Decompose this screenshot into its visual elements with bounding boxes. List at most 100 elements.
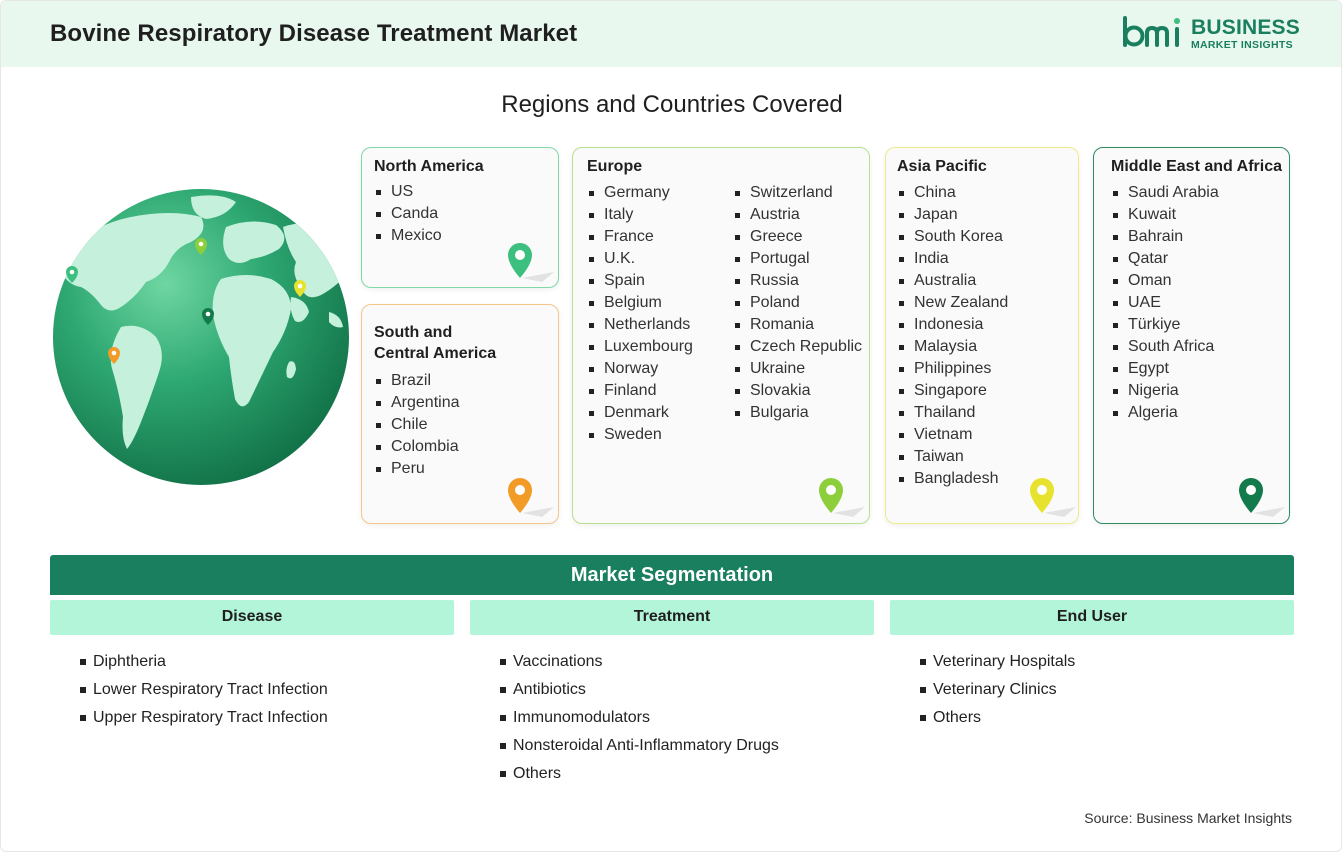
- country-item: South Africa: [1111, 336, 1219, 358]
- segment-header-label: Treatment: [633, 608, 711, 625]
- segment-item: Antibiotics: [499, 679, 779, 707]
- country-list-col-2: Switzerland Austria Greece Portugal Russ…: [733, 182, 862, 424]
- country-item: Egypt: [1111, 358, 1219, 380]
- segment-list-end-user: Veterinary Hospitals Veterinary Clinics …: [919, 651, 1075, 735]
- region-card-asia-pacific: Asia Pacific China Japan South Korea Ind…: [885, 147, 1079, 524]
- country-item: Czech Republic: [733, 336, 862, 358]
- country-item: Qatar: [1111, 248, 1219, 270]
- country-item: Canda: [374, 203, 442, 225]
- country-item: Norway: [587, 358, 693, 380]
- country-item: Romania: [733, 314, 862, 336]
- country-item: Japan: [897, 204, 1008, 226]
- segment-list-treatment: Vaccinations Antibiotics Immunomodulator…: [499, 651, 779, 791]
- country-item: Kuwait: [1111, 204, 1219, 226]
- bmi-logo-mark-icon: [1123, 16, 1180, 47]
- country-item: Indonesia: [897, 314, 1008, 336]
- region-title-line-2: Central America: [374, 345, 497, 362]
- country-item: Switzerland: [733, 182, 862, 204]
- segment-header-label: Disease: [221, 608, 283, 625]
- bmi-logo: BUSINESS MARKET INSIGHTS: [1121, 15, 1301, 55]
- segment-item: Nonsteroidal Anti-Inflammatory Drugs: [499, 735, 779, 763]
- page-title: Bovine Respiratory Disease Treatment Mar…: [50, 20, 578, 47]
- segment-list-disease: Diphtheria Lower Respiratory Tract Infec…: [79, 651, 328, 735]
- region-title-line-1: South and: [374, 324, 453, 341]
- header-bar: Bovine Respiratory Disease Treatment Mar…: [1, 1, 1341, 67]
- country-item: Saudi Arabia: [1111, 182, 1219, 204]
- country-item: US: [374, 181, 442, 203]
- source-note: Source: Business Market Insights: [1084, 810, 1292, 826]
- country-item: Portugal: [733, 248, 862, 270]
- segment-item: Upper Respiratory Tract Infection: [79, 707, 328, 735]
- country-item: Russia: [733, 270, 862, 292]
- country-item: Netherlands: [587, 314, 693, 336]
- segment-item: Diphtheria: [79, 651, 328, 679]
- segment-header-disease: Disease: [50, 600, 454, 635]
- country-item: Vietnam: [897, 424, 1008, 446]
- country-item: Belgium: [587, 292, 693, 314]
- location-pin-icon: [1030, 478, 1076, 517]
- country-item: Bahrain: [1111, 226, 1219, 248]
- region-title: Europe: [587, 158, 643, 175]
- country-item: Germany: [587, 182, 693, 204]
- segment-item: Immunomodulators: [499, 707, 779, 735]
- country-list: Brazil Argentina Chile Colombia Peru: [374, 370, 460, 480]
- segment-header-end-user: End User: [890, 600, 1294, 635]
- region-card-middle-east-africa: Middle East and Africa Saudi Arabia Kuwa…: [1093, 147, 1290, 524]
- country-item: India: [897, 248, 1008, 270]
- region-card-europe: Europe Germany Italy France U.K. Spain B…: [572, 147, 870, 524]
- country-item: Bangladesh: [897, 468, 1008, 490]
- region-title: Asia Pacific: [897, 158, 987, 175]
- country-item: Poland: [733, 292, 862, 314]
- country-item: Thailand: [897, 402, 1008, 424]
- segment-item: Others: [499, 763, 779, 791]
- region-title: South and Central America: [374, 322, 496, 364]
- country-item: Sweden: [587, 424, 693, 446]
- logo-line-1: BUSINESS: [1191, 16, 1300, 39]
- country-item: Italy: [587, 204, 693, 226]
- segment-item: Vaccinations: [499, 651, 779, 679]
- country-item: New Zealand: [897, 292, 1008, 314]
- country-item: Singapore: [897, 380, 1008, 402]
- country-item: Türkiye: [1111, 314, 1219, 336]
- country-item: France: [587, 226, 693, 248]
- logo-line-2: MARKET INSIGHTS: [1191, 39, 1293, 51]
- country-item: Australia: [897, 270, 1008, 292]
- country-item: Luxembourg: [587, 336, 693, 358]
- country-item: Austria: [733, 204, 862, 226]
- country-item: Malaysia: [897, 336, 1008, 358]
- infographic-frame: Bovine Respiratory Disease Treatment Mar…: [0, 0, 1342, 852]
- country-list: US Canda Mexico: [374, 181, 442, 247]
- segment-item: Others: [919, 707, 1075, 735]
- region-title: Middle East and Africa: [1111, 158, 1282, 175]
- segmentation-banner: Market Segmentation: [50, 555, 1294, 595]
- country-item: Peru: [374, 458, 460, 480]
- region-card-south-central-america: South and Central America Brazil Argenti…: [361, 304, 559, 524]
- globe-illustration: [53, 189, 349, 485]
- country-item: Slovakia: [733, 380, 862, 402]
- country-item: Ukraine: [733, 358, 862, 380]
- segment-header-treatment: Treatment: [470, 600, 874, 635]
- country-list: Saudi Arabia Kuwait Bahrain Qatar Oman U…: [1111, 182, 1219, 424]
- country-list: China Japan South Korea India Australia …: [897, 182, 1008, 490]
- country-item: Philippines: [897, 358, 1008, 380]
- country-item: Algeria: [1111, 402, 1219, 424]
- segment-item: Lower Respiratory Tract Infection: [79, 679, 328, 707]
- location-pin-icon: [508, 478, 554, 517]
- country-item: Mexico: [374, 225, 442, 247]
- segment-header-label: End User: [1056, 608, 1128, 625]
- location-pin-icon: [1239, 478, 1285, 517]
- segment-item: Veterinary Hospitals: [919, 651, 1075, 679]
- country-item: Chile: [374, 414, 460, 436]
- country-item: Taiwan: [897, 446, 1008, 468]
- country-list-col-1: Germany Italy France U.K. Spain Belgium …: [587, 182, 693, 446]
- country-item: Spain: [587, 270, 693, 292]
- country-item: UAE: [1111, 292, 1219, 314]
- region-title: North America: [374, 158, 484, 175]
- country-item: Greece: [733, 226, 862, 248]
- country-item: Argentina: [374, 392, 460, 414]
- location-pin-icon: [819, 478, 865, 517]
- country-item: China: [897, 182, 1008, 204]
- segment-item: Veterinary Clinics: [919, 679, 1075, 707]
- country-item: Oman: [1111, 270, 1219, 292]
- country-item: Finland: [587, 380, 693, 402]
